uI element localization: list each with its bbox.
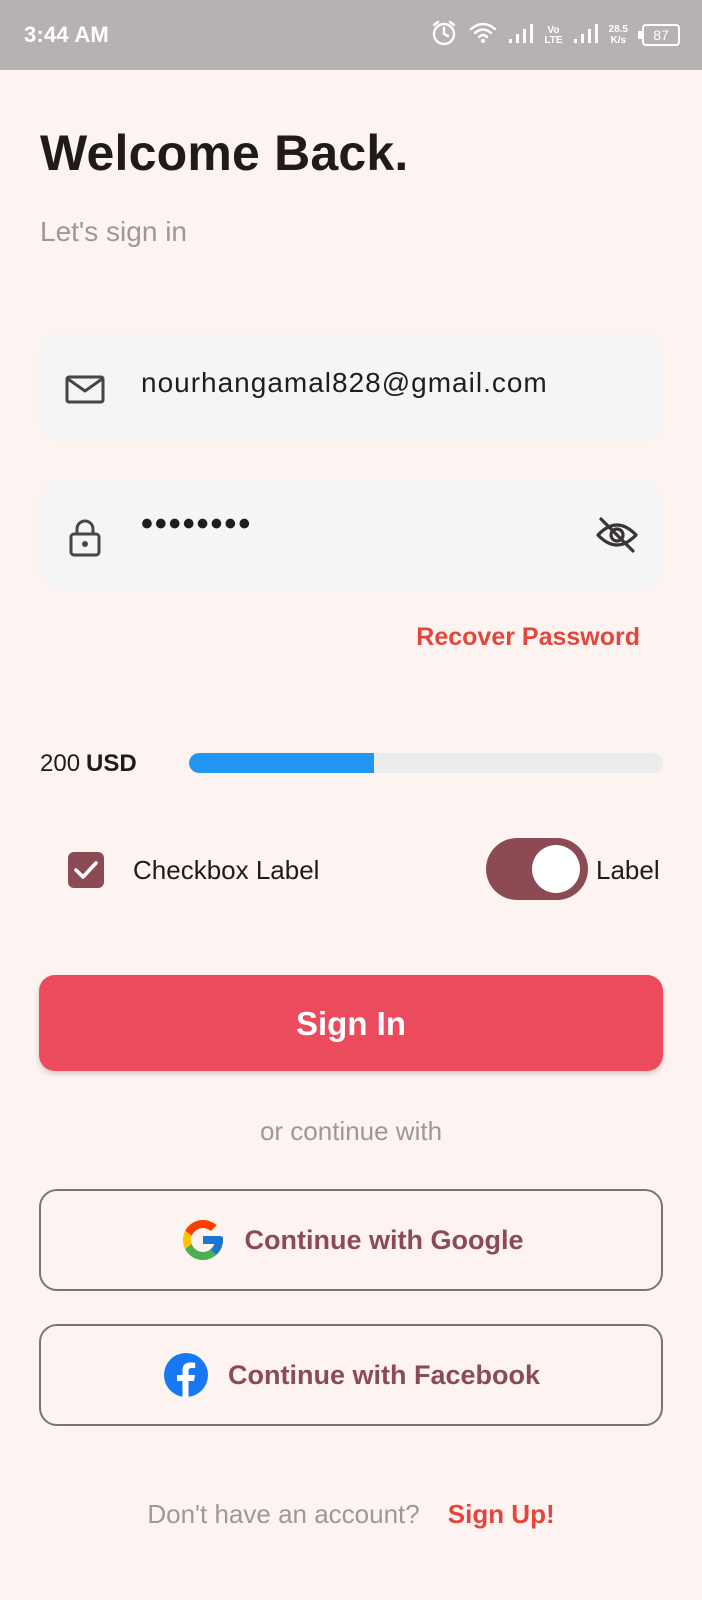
page-subtitle: Let's sign in <box>40 216 187 247</box>
amount-value: 200 <box>40 750 81 777</box>
toggle-switch[interactable] <box>486 838 588 900</box>
sign-in-button[interactable]: Sign In <box>39 975 663 1071</box>
facebook-icon <box>162 1351 210 1399</box>
password-field[interactable]: •••••••• <box>39 481 663 589</box>
recover-password-link[interactable]: Recover Password <box>416 623 640 652</box>
checkbox-label: Checkbox Label <box>133 855 320 885</box>
amount-display: 200 USD <box>40 750 137 778</box>
password-value: •••••••• <box>141 505 253 543</box>
signup-prompt: Don't have an account? Sign Up! <box>0 1499 702 1530</box>
progress-fill <box>189 753 374 773</box>
signal-icon <box>573 21 599 50</box>
no-account-text: Don't have an account? <box>147 1499 420 1529</box>
status-time: 3:44 AM <box>24 22 109 47</box>
checkbox[interactable] <box>68 852 104 888</box>
status-bar: 3:44 AM Vo LTE 28.5 K/s 87 <box>0 0 702 70</box>
google-button-label: Continue with Google <box>244 1224 524 1255</box>
status-icons: Vo LTE 28.5 K/s 87 <box>430 18 680 52</box>
or-continue-text: or continue with <box>259 1116 443 1146</box>
google-signin-button[interactable]: Continue with Google <box>39 1189 663 1291</box>
facebook-button-label: Continue with Facebook <box>227 1359 540 1390</box>
network-speed: 28.5 K/s <box>608 24 628 46</box>
sign-up-link[interactable]: Sign Up! <box>448 1499 555 1529</box>
amount-currency: USD <box>86 750 137 777</box>
toggle-knob <box>532 845 580 893</box>
facebook-signin-button[interactable]: Continue with Facebook <box>39 1324 663 1426</box>
mail-icon <box>65 369 105 409</box>
battery-icon: 87 <box>638 24 680 46</box>
eye-off-icon[interactable] <box>595 515 639 555</box>
email-value: nourhangamal828@gmail.com <box>141 367 548 398</box>
switch-label: Label <box>596 855 660 885</box>
check-icon <box>74 861 98 879</box>
wifi-icon <box>468 20 498 51</box>
signal-icon <box>508 21 534 50</box>
email-field[interactable]: nourhangamal828@gmail.com <box>39 333 663 441</box>
volte-indicator: Vo LTE <box>544 25 563 46</box>
alarm-icon <box>430 19 458 52</box>
page-title: Welcome Back. <box>40 125 409 181</box>
google-icon <box>179 1216 227 1264</box>
lock-icon <box>65 517 105 557</box>
progress-bar <box>189 753 663 773</box>
